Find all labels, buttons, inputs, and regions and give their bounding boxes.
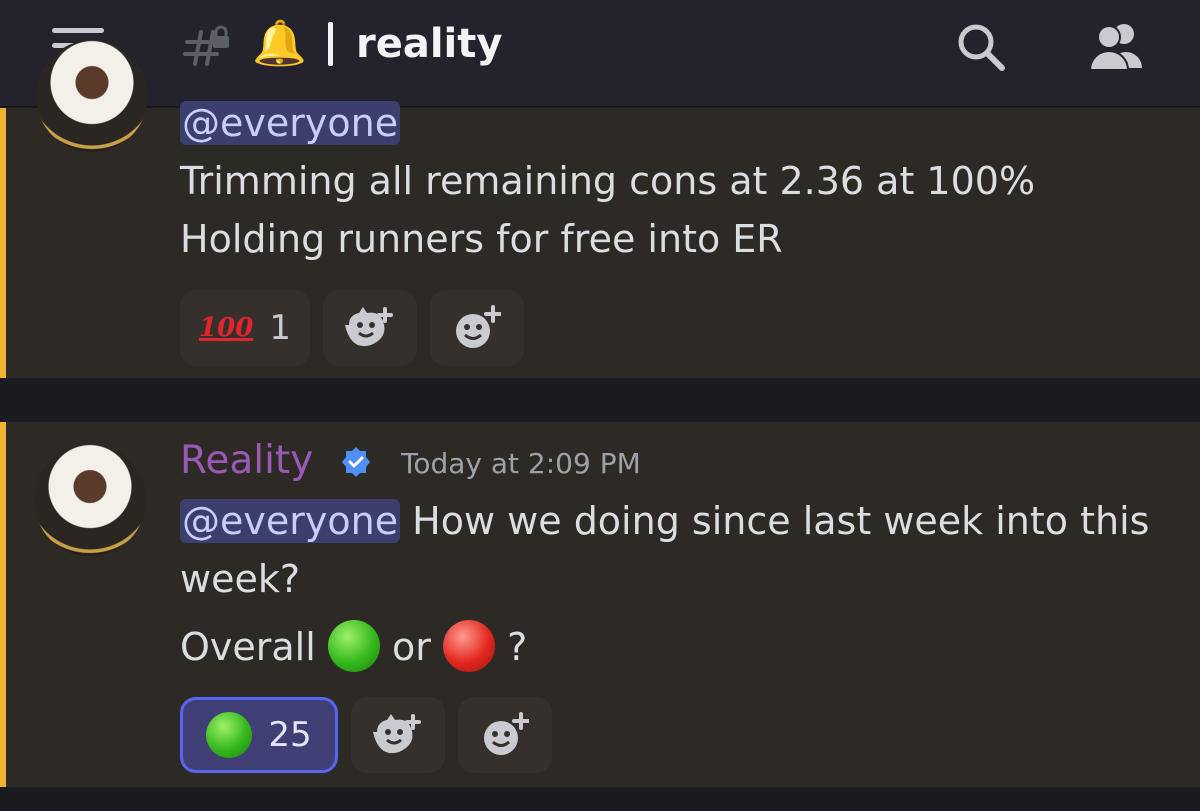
message-text-line: @everyone How we doing since last week i… (180, 492, 1149, 550)
channel-header: 🔔 reality (0, 0, 1200, 107)
reaction-count: 25 (268, 715, 312, 755)
add-reaction-button[interactable] (458, 697, 552, 773)
notification-bell-icon: 🔔 (252, 18, 307, 69)
reaction-count: 1 (269, 308, 291, 348)
green-circle-icon (206, 712, 253, 758)
add-reaction-icon (484, 712, 529, 755)
reaction-green-circle[interactable]: 25 (180, 697, 338, 773)
verified-badge-icon (342, 447, 370, 477)
message-text: ? (507, 625, 528, 669)
add-super-reaction-button[interactable] (351, 697, 445, 773)
message-text-line: week? (180, 557, 301, 601)
message-separator (0, 787, 1200, 811)
mention-highlight-bar (0, 422, 6, 787)
channel-name: reality (356, 21, 503, 67)
super-reaction-icon (373, 714, 421, 754)
message-text-line: Holding runners for free into ER (180, 217, 783, 261)
message-item: Reality Today at 2:09 PM @everyone How w… (0, 422, 1200, 787)
message-text: Overall (180, 625, 316, 669)
avatar[interactable] (36, 40, 148, 152)
everyone-mention[interactable]: @everyone (180, 499, 401, 543)
search-icon[interactable] (954, 22, 1008, 72)
add-reaction-icon (456, 305, 501, 348)
hundred-points-icon: 100 (199, 313, 254, 343)
message-text: or (392, 625, 431, 669)
title-divider (328, 22, 333, 66)
message-mention-line: @everyone (180, 94, 401, 152)
message-text: How we doing since last week into this (412, 499, 1150, 543)
message-separator (0, 378, 1200, 422)
mention-highlight-bar (0, 108, 6, 378)
green-circle-emoji (327, 619, 380, 672)
red-circle-emoji (442, 619, 495, 672)
message-item: @everyone Trimming all remaining cons at… (0, 40, 1200, 378)
hash-lock-icon (183, 25, 229, 66)
add-super-reaction-button[interactable] (323, 290, 417, 366)
message-text-line: Overall or ? (180, 618, 527, 676)
reaction-100[interactable]: 100 1 (180, 290, 310, 366)
add-reaction-button[interactable] (430, 290, 524, 366)
everyone-mention[interactable]: @everyone (180, 101, 401, 145)
members-icon[interactable] (1084, 20, 1146, 72)
super-reaction-icon (345, 307, 393, 347)
avatar[interactable] (34, 444, 146, 556)
message-timestamp: Today at 2:09 PM (401, 447, 641, 480)
username[interactable]: Reality (180, 436, 313, 486)
message-text-line: Trimming all remaining cons at 2.36 at 1… (180, 159, 1036, 203)
